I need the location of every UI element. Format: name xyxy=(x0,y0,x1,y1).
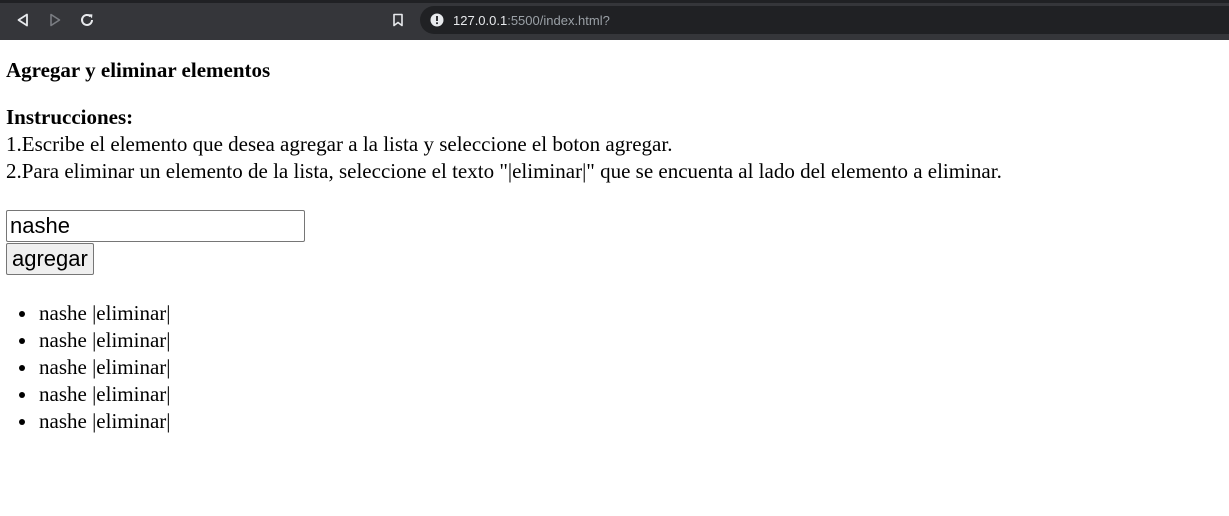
list-item-text: nashe xyxy=(39,409,93,433)
delete-link[interactable]: |eliminar| xyxy=(92,355,170,379)
instructions: Instrucciones: 1.Escribe el elemento que… xyxy=(6,104,1223,185)
browser-toolbar: 127.0.0.1:5500/index.html? xyxy=(0,0,1229,40)
instruction-2: 2.Para eliminar un elemento de la lista,… xyxy=(6,159,1002,183)
url-path: :5500/index.html? xyxy=(507,12,610,28)
list-item: nashe |eliminar| xyxy=(38,354,1223,381)
tab-strip xyxy=(0,0,1229,3)
nav-buttons xyxy=(14,10,96,30)
list-item: nashe |eliminar| xyxy=(38,327,1223,354)
item-input[interactable] xyxy=(6,210,305,242)
site-info-icon[interactable] xyxy=(430,13,444,27)
instructions-heading: Instrucciones: xyxy=(6,105,134,129)
list-item: nashe |eliminar| xyxy=(38,300,1223,327)
page-title: Agregar y eliminar elementos xyxy=(6,58,271,82)
list-item-text: nashe xyxy=(39,355,93,379)
bookmark-icon[interactable] xyxy=(390,11,406,29)
list-item-text: nashe xyxy=(39,301,93,325)
delete-link[interactable]: |eliminar| xyxy=(92,409,170,433)
back-icon[interactable] xyxy=(14,10,32,30)
forward-icon[interactable] xyxy=(46,10,64,30)
item-list: nashe |eliminar| nashe |eliminar| nashe … xyxy=(6,300,1223,435)
reload-icon[interactable] xyxy=(78,10,96,30)
address-bar[interactable]: 127.0.0.1:5500/index.html? xyxy=(420,6,1229,34)
list-item: nashe |eliminar| xyxy=(38,381,1223,408)
page-content: Agregar y eliminar elementos Instruccion… xyxy=(0,58,1229,435)
add-form: agregar xyxy=(6,210,1223,275)
delete-link[interactable]: |eliminar| xyxy=(92,301,170,325)
add-button[interactable]: agregar xyxy=(6,243,94,275)
list-item-text: nashe xyxy=(39,328,93,352)
list-item-text: nashe xyxy=(39,382,93,406)
list-item: nashe |eliminar| xyxy=(38,408,1223,435)
delete-link[interactable]: |eliminar| xyxy=(92,382,170,406)
delete-link[interactable]: |eliminar| xyxy=(92,328,170,352)
url-host: 127.0.0.1 xyxy=(453,12,508,28)
instruction-1: 1.Escribe el elemento que desea agregar … xyxy=(6,132,673,156)
